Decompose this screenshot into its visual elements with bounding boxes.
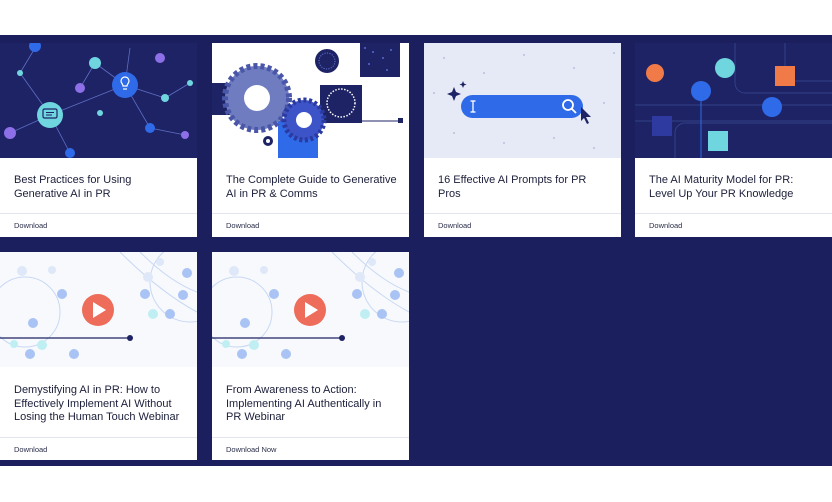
download-link[interactable]: Download xyxy=(226,221,259,230)
card-title[interactable]: Demystifying AI in PR: How to Effectivel… xyxy=(14,384,185,425)
card-divider xyxy=(0,437,197,438)
gear-illustration xyxy=(212,43,409,158)
resource-card-ai-prompts[interactable]: 16 Effective AI Prompts for PR Pros Down… xyxy=(424,43,621,237)
resource-card-maturity-model[interactable]: The AI Maturity Model for PR: Level Up Y… xyxy=(635,43,832,237)
resource-card-best-practices[interactable]: Best Practices for Using Generative AI i… xyxy=(0,43,197,237)
card-divider xyxy=(0,213,197,214)
mouse-pointer-icon xyxy=(581,107,591,124)
card-title[interactable]: Best Practices for Using Generative AI i… xyxy=(14,174,185,201)
card-title[interactable]: The Complete Guide to Generative AI in P… xyxy=(226,174,397,201)
shapes-illustration xyxy=(635,43,832,158)
play-icon xyxy=(294,294,326,326)
download-link[interactable]: Download xyxy=(14,445,47,454)
play-icon xyxy=(82,294,114,326)
card-title[interactable]: The AI Maturity Model for PR: Level Up Y… xyxy=(649,174,820,201)
sparkle-icon xyxy=(447,81,467,101)
lightbulb-icon xyxy=(112,72,138,98)
download-link[interactable]: Download xyxy=(14,221,47,230)
card-title[interactable]: 16 Effective AI Prompts for PR Pros xyxy=(438,174,609,201)
search-bar-illustration xyxy=(424,43,621,158)
gear-icon xyxy=(222,63,292,133)
chat-bubble-icon xyxy=(37,102,63,128)
download-link[interactable]: Download Now xyxy=(226,445,276,454)
resource-card-awareness-webinar[interactable]: From Awareness to Action: Implementing A… xyxy=(212,252,409,460)
webinar-illustration xyxy=(0,252,197,367)
webinar-illustration xyxy=(212,252,409,367)
resource-card-complete-guide[interactable]: The Complete Guide to Generative AI in P… xyxy=(212,43,409,237)
download-link[interactable]: Download xyxy=(649,221,682,230)
download-link[interactable]: Download xyxy=(438,221,471,230)
card-title[interactable]: From Awareness to Action: Implementing A… xyxy=(226,384,397,425)
card-divider xyxy=(212,437,409,438)
resource-card-demystifying-webinar[interactable]: Demystifying AI in PR: How to Effectivel… xyxy=(0,252,197,460)
card-divider xyxy=(212,213,409,214)
network-illustration xyxy=(0,43,197,158)
card-divider xyxy=(424,213,621,214)
card-divider xyxy=(635,213,832,214)
